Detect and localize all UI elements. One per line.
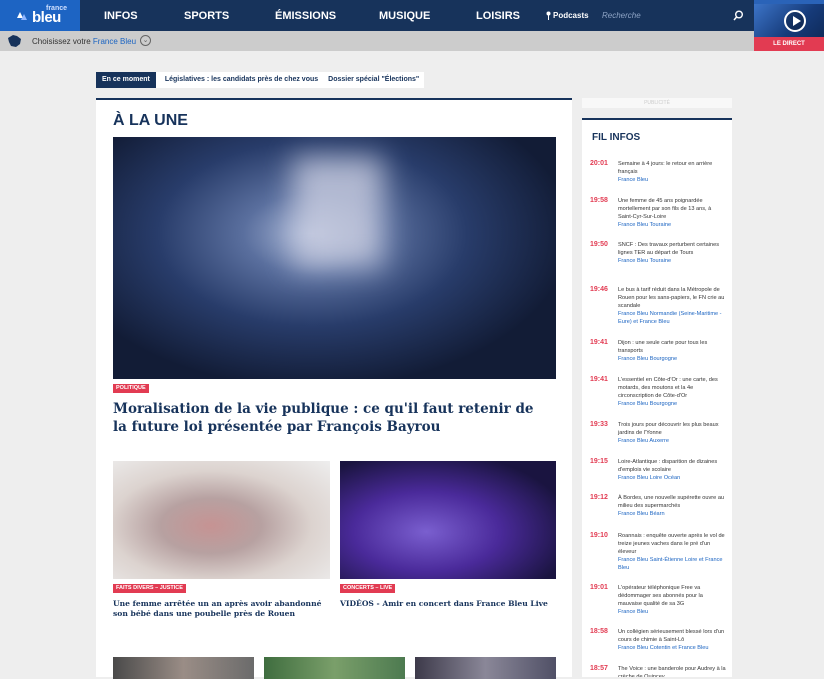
news-source[interactable]: France Bleu Touraine	[618, 257, 726, 265]
news-time: 19:58	[590, 197, 608, 204]
top-navigation-bar: france bleu INFOS SPORTS ÉMISSIONS MUSIQ…	[0, 0, 824, 31]
article-headline[interactable]: VIDÉOS - Amir en concert dans France Ble…	[340, 599, 556, 609]
live-player[interactable]: LE DIRECT	[754, 0, 824, 51]
news-time: 19:01	[590, 584, 608, 591]
play-icon[interactable]	[784, 10, 806, 32]
region-link[interactable]: France Bleu	[93, 37, 136, 46]
nav-item-sports[interactable]: SPORTS	[184, 10, 229, 22]
article-category-badge[interactable]: CONCERTS – LIVE	[340, 584, 396, 593]
news-time: 19:46	[590, 286, 608, 293]
news-text[interactable]: Trois jours pour découvrir les plus beau…	[618, 422, 719, 436]
article-thumbnail[interactable]	[415, 657, 556, 679]
news-text[interactable]: The Voice : une banderole pour Audrey à …	[618, 666, 726, 677]
search-icon[interactable]	[733, 10, 744, 21]
news-time: 19:41	[590, 376, 608, 383]
news-text[interactable]: Semaine à 4 jours: le retour en arrière …	[618, 161, 712, 175]
nav-item-musique[interactable]: MUSIQUE	[379, 10, 430, 22]
article-headline[interactable]: Une femme arrêtée un an après avoir aban…	[113, 599, 330, 619]
region-prefix: Choisissez votre	[32, 37, 91, 46]
search-input[interactable]: Recherche	[602, 11, 641, 20]
logo-main-text: bleu	[32, 9, 61, 26]
news-source[interactable]: France Bleu Béarn	[618, 510, 726, 518]
news-text[interactable]: L'essentiel en Côte-d'Or : une carte, de…	[618, 377, 718, 399]
news-feed-title: FIL INFOS	[592, 132, 641, 143]
news-source[interactable]: France Bleu Auxerre	[618, 437, 726, 445]
hero-category-badge[interactable]: POLITIQUE	[113, 384, 149, 393]
news-source[interactable]: France Bleu Normandie (Seine-Maritime - …	[618, 310, 726, 326]
trending-link-elections[interactable]: Dossier spécial "Élections"	[323, 72, 424, 88]
article-thumbnail[interactable]	[113, 657, 254, 679]
article-thumbnail[interactable]	[264, 657, 405, 679]
news-time: 19:41	[590, 339, 608, 346]
podcast-icon	[546, 11, 551, 20]
france-bleu-logo[interactable]: france bleu	[0, 0, 80, 31]
news-time: 19:12	[590, 494, 608, 501]
article-thumbnail[interactable]	[340, 461, 556, 579]
news-source[interactable]: France Bleu Touraine	[618, 221, 726, 229]
news-time: 19:10	[590, 532, 608, 539]
news-time: 19:15	[590, 458, 608, 465]
news-time: 18:58	[590, 628, 608, 635]
nav-item-loisirs[interactable]: LOISIRS	[476, 10, 520, 22]
logo-mark-icon	[17, 12, 27, 20]
news-source[interactable]: France Bleu Saint-Étienne Loire et Franc…	[618, 556, 726, 572]
news-source[interactable]: France Bleu	[618, 608, 726, 616]
news-time: 20:01	[590, 160, 608, 167]
news-text[interactable]: Un collégien sérieusement blessé lors d'…	[618, 629, 724, 643]
news-text[interactable]: Roannais : enquête ouverte après le vol …	[618, 533, 725, 555]
news-time: 18:57	[590, 665, 608, 672]
nav-item-infos[interactable]: INFOS	[104, 10, 138, 22]
hero-headline[interactable]: Moralisation de la vie publique : ce qu'…	[113, 400, 543, 436]
news-text[interactable]: Dijon : une seule carte pour tous les tr…	[618, 340, 707, 354]
region-selector[interactable]: Choisissez votre France Bleu	[32, 37, 136, 46]
article-thumbnail[interactable]	[113, 461, 330, 579]
news-source[interactable]: France Bleu Cotentin et France Bleu	[618, 644, 726, 652]
chevron-down-icon[interactable]: ⌄	[140, 35, 151, 46]
news-text[interactable]: Loire-Atlantique : disparition de dizain…	[618, 459, 717, 473]
news-text[interactable]: L'opérateur téléphonique Free va dédomma…	[618, 585, 703, 607]
trending-tag: En ce moment	[96, 72, 156, 88]
nav-item-emissions[interactable]: ÉMISSIONS	[275, 10, 336, 22]
live-label: LE DIRECT	[754, 37, 824, 51]
region-bar: Choisissez votre France Bleu ⌄	[0, 31, 754, 51]
news-text[interactable]: À Bordes, une nouvelle supérette ouvre a…	[618, 495, 724, 509]
news-source[interactable]: France Bleu Bourgogne	[618, 400, 726, 408]
news-source[interactable]: France Bleu Loire Océan	[618, 474, 726, 482]
france-map-icon	[8, 35, 21, 47]
podcasts-link[interactable]: Podcasts	[553, 11, 589, 20]
news-text[interactable]: Le bus à tarif réduit dans la Métropole …	[618, 287, 724, 309]
hero-image[interactable]	[113, 137, 556, 379]
news-text[interactable]: Une femme de 45 ans poignardée mortellem…	[618, 198, 711, 220]
trending-bar: En ce moment Législatives : les candidat…	[96, 72, 425, 88]
hero-image-blur	[293, 157, 383, 267]
news-feed: FIL INFOS 20:01 Semaine à 4 jours: le ret…	[582, 118, 732, 677]
news-text[interactable]: SNCF : Des travaux perturbent certaines …	[618, 242, 719, 256]
section-title: À LA UNE	[113, 112, 188, 129]
ad-label: PUBLICITÉ	[582, 98, 732, 108]
news-time: 19:33	[590, 421, 608, 428]
main-column: À LA UNE POLITIQUE Moralisation de la vi…	[96, 98, 572, 679]
article-category-badge[interactable]: FAITS DIVERS – JUSTICE	[113, 584, 186, 593]
trending-link-legislatives[interactable]: Législatives : les candidats près de che…	[156, 72, 323, 88]
news-time: 19:50	[590, 241, 608, 248]
news-source[interactable]: France Bleu Bourgogne	[618, 355, 726, 363]
news-source[interactable]: France Bleu	[618, 176, 726, 184]
